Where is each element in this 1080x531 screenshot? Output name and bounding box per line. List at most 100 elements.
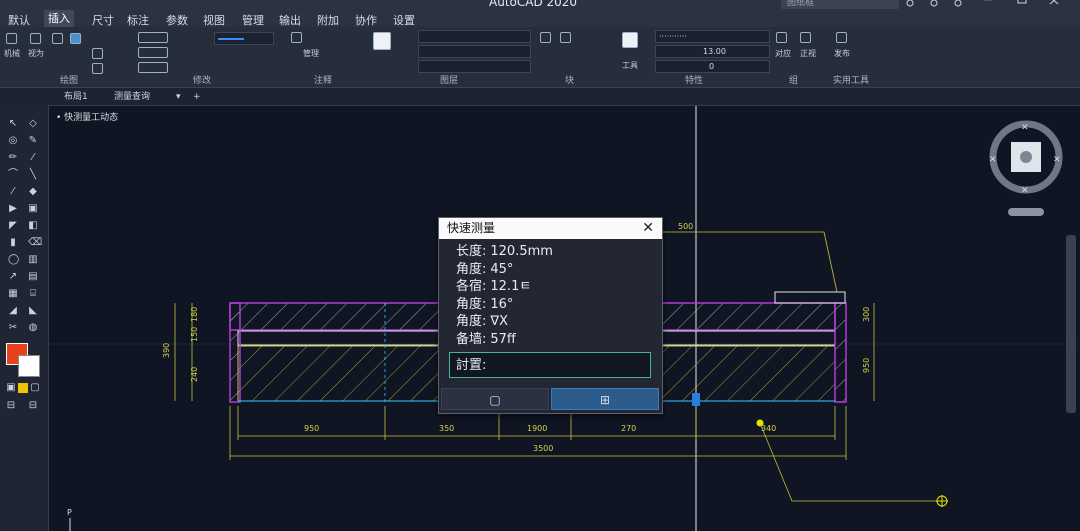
doc-tab-active[interactable]: 测量查询 (114, 90, 150, 104)
dim-label: 3500 (533, 444, 553, 453)
setting-input[interactable]: 討置: (449, 352, 651, 378)
tool-icon[interactable]: ↖ (8, 119, 18, 129)
ribbon-button[interactable]: 机械 (4, 48, 20, 59)
menu-tab[interactable]: 默认 (8, 12, 30, 28)
tool-icon[interactable]: ⌒ (8, 170, 18, 180)
tool-icon[interactable]: ▮ (8, 238, 18, 248)
home-icon[interactable] (291, 32, 304, 43)
linetype-field[interactable] (138, 32, 170, 43)
tool-icon[interactable]: ◇ (28, 119, 38, 129)
ribbon-button[interactable]: 对应 (775, 48, 791, 59)
panel-label: 实用工具 (833, 76, 870, 86)
tool-icon[interactable]: ▣ (28, 204, 38, 214)
dim-label: 350 (439, 424, 454, 433)
checkbox-icon[interactable] (70, 33, 83, 44)
close-icon: ✕ (1021, 123, 1029, 133)
search-input[interactable]: 图纸框 (781, 0, 899, 9)
tool-icon[interactable]: ⁄ (28, 153, 38, 163)
menu-tab[interactable]: 协作 (355, 12, 377, 28)
dim-label: 270 (621, 424, 636, 433)
linetype-dropdown[interactable]: ··········· (655, 30, 770, 43)
view-icon[interactable] (800, 32, 813, 43)
panel-label: 块 (565, 76, 575, 86)
tool-icon[interactable]: ◧ (28, 221, 38, 231)
square-button[interactable]: ▢ (441, 388, 549, 410)
menu-tab[interactable]: 附加 (317, 12, 339, 28)
tool-icon[interactable]: ⌸ (28, 289, 38, 299)
tool-icon[interactable]: ✎ (28, 136, 38, 146)
draw-circle-icon[interactable] (30, 33, 43, 44)
lineweight-dropdown[interactable]: 13.00 (655, 45, 770, 58)
tool-icon[interactable]: ▣ (6, 383, 16, 393)
menu-tab[interactable]: 输出 (279, 12, 301, 28)
linetype-field[interactable] (138, 62, 170, 73)
tool-icon[interactable] (18, 383, 28, 393)
tool-icon[interactable]: ⌫ (28, 238, 42, 248)
match-properties-icon[interactable] (776, 32, 789, 43)
menu-tab[interactable]: 设置 (393, 12, 415, 28)
tool-icon[interactable]: ◎ (8, 136, 18, 146)
tool-icon[interactable]: ▤ (28, 272, 38, 282)
measure-row: 各宿: 12.1ㅌ (456, 279, 532, 294)
tool-icon[interactable]: ⊟ (28, 401, 38, 411)
dim-label: 500 (678, 222, 693, 231)
color-field[interactable]: 0 (655, 60, 770, 73)
doc-tab[interactable]: 布局1 (64, 90, 88, 104)
menu-tab-active[interactable]: 插入 (44, 10, 74, 27)
menu-tab[interactable]: 管理 (242, 12, 264, 28)
dialog-header: 快速测量 ✕ (439, 218, 662, 239)
menu-tab[interactable]: 参数 (166, 12, 188, 28)
tool-icon[interactable]: ▢ (30, 383, 40, 393)
draw-line-icon[interactable] (6, 33, 19, 44)
draw-arc-icon[interactable] (52, 33, 65, 44)
linetype-field[interactable] (138, 47, 170, 58)
menu-tab[interactable]: 尺寸 (92, 12, 114, 28)
ribbon-button[interactable] (92, 63, 105, 74)
layer-dropdown[interactable] (418, 30, 531, 43)
tool-icon[interactable]: ◍ (28, 323, 38, 333)
block-icon[interactable] (560, 32, 573, 43)
tool-icon[interactable]: ✏ (8, 153, 18, 163)
chevron-down-icon[interactable]: ▾ (176, 90, 181, 104)
layer-dropdown[interactable] (418, 45, 531, 58)
viewcube-center (1020, 151, 1032, 163)
app-title: AutoCAD 2020 (489, 0, 578, 9)
tool-icon[interactable]: ◢ (8, 306, 18, 316)
ribbon-button[interactable]: 工具 (622, 60, 638, 71)
help-icon (906, 0, 914, 7)
tool-icon[interactable]: ◣ (28, 306, 38, 316)
ribbon-large-icon[interactable] (622, 32, 640, 48)
group-icon[interactable] (540, 32, 553, 43)
ucs-label: P (67, 508, 72, 517)
grid-button[interactable]: ⊞ (551, 388, 659, 410)
ribbon-button[interactable]: 发布 (834, 48, 850, 59)
menu-tab[interactable]: 标注 (127, 12, 149, 28)
ribbon-button[interactable]: 视为 (28, 48, 44, 59)
tool-icon[interactable]: ╲ (28, 170, 38, 180)
menu-tab[interactable]: 视图 (203, 12, 225, 28)
color-dropdown[interactable] (214, 32, 274, 45)
tool-icon[interactable]: ▶ (8, 204, 18, 214)
window-controls (906, 0, 1059, 7)
close-icon[interactable]: ✕ (642, 218, 654, 239)
add-tab-button[interactable]: + (193, 90, 201, 104)
tool-icon[interactable]: ⊟ (6, 401, 16, 411)
tool-icon[interactable]: ⁄ (8, 187, 18, 197)
tool-icon[interactable]: ◯ (8, 255, 19, 265)
ribbon-button[interactable]: 管理 (303, 48, 319, 59)
selection-grip (692, 393, 700, 406)
publish-icon[interactable] (836, 32, 849, 43)
tool-icon[interactable]: ▥ (28, 255, 38, 265)
ribbon-large-icon[interactable] (373, 32, 393, 50)
ribbon-button[interactable]: 正视 (800, 48, 816, 59)
ribbon-button[interactable] (92, 48, 105, 59)
tool-icon[interactable]: ◆ (28, 187, 38, 197)
background-color-swatch[interactable] (18, 355, 40, 377)
layer-dropdown[interactable] (418, 60, 531, 73)
vertical-scrollbar[interactable] (1066, 235, 1076, 413)
tool-icon[interactable]: ◤ (8, 221, 18, 231)
tool-icon[interactable]: ↗ (8, 272, 18, 282)
tool-icon[interactable]: ✂ (8, 323, 18, 333)
right-wall (834, 302, 847, 403)
tool-icon[interactable]: ▦ (8, 289, 18, 299)
